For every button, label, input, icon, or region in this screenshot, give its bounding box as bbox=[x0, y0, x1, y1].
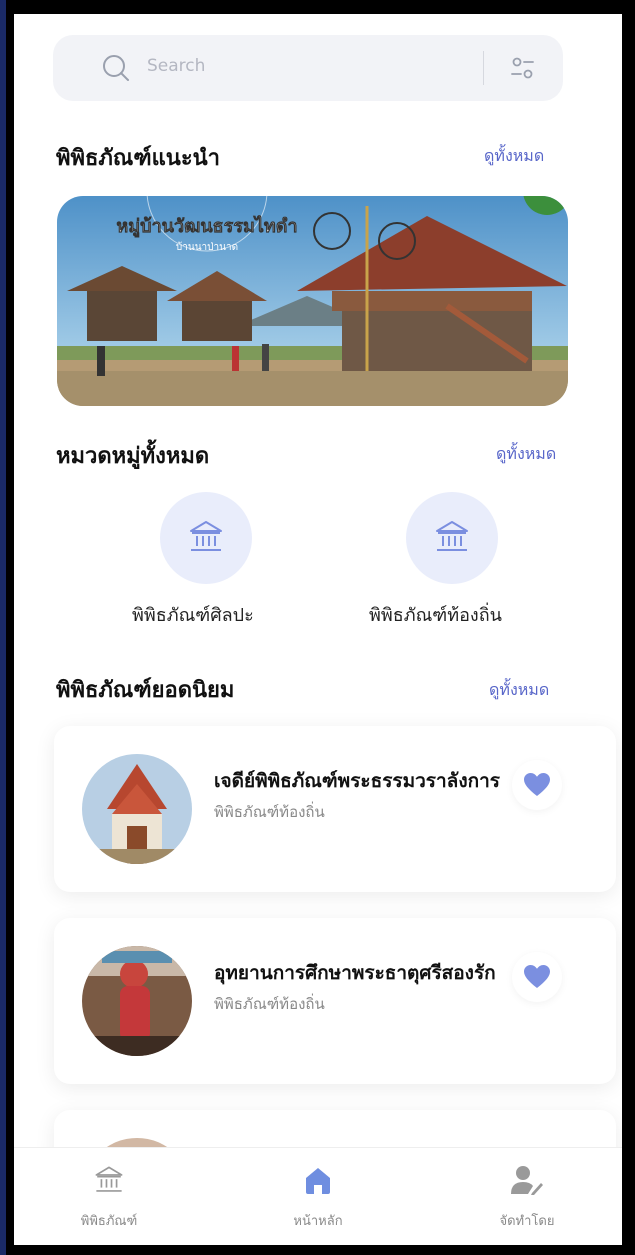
museum-name: อุทยานการศึกษาพระธาตุศรีสองรัก bbox=[214, 962, 496, 984]
nav-label: หน้าหลัก bbox=[293, 1214, 343, 1229]
bottom-navigation: พิพิธภัณฑ์ หน้าหลัก จัดทำโดย bbox=[14, 1147, 622, 1245]
featured-see-all-link[interactable]: ดูทั้งหมด bbox=[484, 144, 544, 169]
category-art-museum-label: พิพิธภัณฑ์ศิลปะ bbox=[132, 605, 254, 626]
window-frame-left bbox=[0, 0, 6, 1255]
heart-icon bbox=[524, 773, 550, 796]
user-edit-icon bbox=[511, 1166, 543, 1195]
banner-subtitle: บ้านนาป่านาด bbox=[176, 241, 238, 253]
category-local-museum-button[interactable] bbox=[406, 492, 498, 584]
home-icon bbox=[306, 1168, 330, 1194]
banner-image: หมู่บ้านวัฒนธรรมไทดำ บ้านนาป่านาด bbox=[57, 196, 568, 406]
search-icon bbox=[103, 55, 129, 81]
filter-icon[interactable] bbox=[508, 54, 538, 82]
nav-item-credits[interactable]: จัดทำโดย bbox=[467, 1164, 587, 1231]
museum-thumbnail bbox=[82, 754, 192, 864]
search-input[interactable]: Search bbox=[147, 56, 205, 76]
nav-item-home[interactable]: หน้าหลัก bbox=[258, 1164, 378, 1231]
list-item[interactable]: อุทยานการศึกษาพระธาตุศรีสองรัก พิพิธภัณฑ… bbox=[54, 918, 616, 1084]
nav-label: จัดทำโดย bbox=[499, 1214, 555, 1229]
window-frame-right bbox=[626, 0, 635, 1255]
museum-icon bbox=[190, 521, 222, 551]
search-divider bbox=[483, 51, 484, 85]
museum-icon bbox=[95, 1166, 123, 1192]
category-art-museum-button[interactable] bbox=[160, 492, 252, 584]
list-item[interactable]: เจดีย์พิพิธภัณฑ์พระธรรมวราลังการ พิพิธภั… bbox=[54, 726, 616, 892]
featured-title: พิพิธภัณฑ์แนะนำ bbox=[56, 146, 221, 171]
popular-see-all-link[interactable]: ดูทั้งหมด bbox=[489, 678, 549, 703]
categories-see-all-link[interactable]: ดูทั้งหมด bbox=[496, 442, 556, 467]
popular-title: พิพิธภัณฑ์ยอดนิยม bbox=[56, 678, 235, 703]
app-screen: Search พิพิธภัณฑ์แนะนำ ดูทั้งหมด หมู่บ้า… bbox=[14, 14, 622, 1245]
museum-thumbnail bbox=[82, 946, 192, 1056]
category-local-museum-label: พิพิธภัณฑ์ท้องถิ่น bbox=[369, 605, 502, 626]
museum-category: พิพิธภัณฑ์ท้องถิ่น bbox=[214, 995, 325, 1013]
favorite-button[interactable] bbox=[512, 760, 562, 810]
heart-icon bbox=[524, 965, 550, 988]
banner-title: หมู่บ้านวัฒนธรรมไทดำ bbox=[116, 215, 297, 238]
categories-title: หมวดหมู่ทั้งหมด bbox=[56, 444, 210, 469]
museum-icon bbox=[436, 521, 468, 551]
favorite-button[interactable] bbox=[512, 952, 562, 1002]
search-bar[interactable]: Search bbox=[53, 35, 563, 101]
nav-item-museums[interactable]: พิพิธภัณฑ์ bbox=[49, 1164, 169, 1231]
museum-category: พิพิธภัณฑ์ท้องถิ่น bbox=[214, 803, 325, 821]
featured-banner[interactable]: หมู่บ้านวัฒนธรรมไทดำ บ้านนาป่านาด bbox=[57, 196, 568, 406]
museum-name: เจดีย์พิพิธภัณฑ์พระธรรมวราลังการ bbox=[214, 770, 500, 792]
nav-label: พิพิธภัณฑ์ bbox=[80, 1214, 138, 1229]
